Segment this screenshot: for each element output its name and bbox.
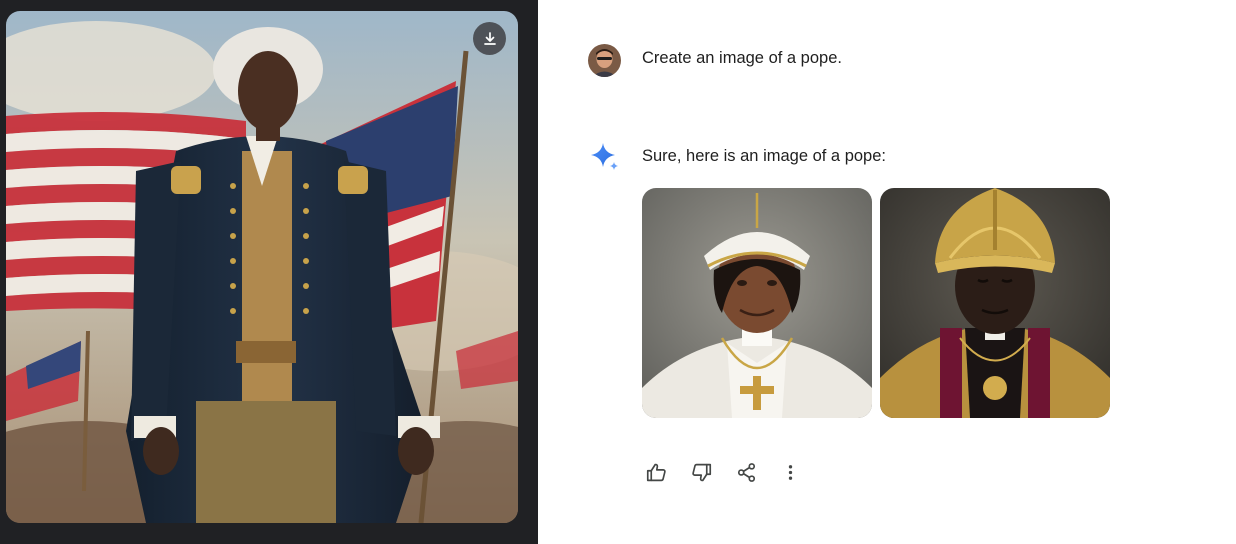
sparkle-icon [590,142,620,172]
more-options-button[interactable] [778,460,802,484]
thumbs-down-button[interactable] [689,460,713,484]
generated-pope-image-1[interactable] [642,188,872,418]
conversation: Create an image of a pope. Sure, here is… [538,0,1236,544]
download-icon [482,31,498,47]
generated-pope-image-2[interactable] [880,188,1110,418]
thumbs-up-button[interactable] [644,460,668,484]
share-button[interactable] [734,460,758,484]
model-response-text: Sure, here is an image of a pope: [642,147,886,165]
thumbs-up-icon [646,462,667,483]
more-vert-icon [780,462,801,483]
image-viewer-panel [0,0,538,544]
download-button[interactable] [473,22,506,55]
share-icon [736,462,757,483]
thumbs-down-icon [691,462,712,483]
user-avatar [588,44,621,77]
user-prompt: Create an image of a pope. [642,49,842,67]
expanded-image[interactable] [6,11,518,523]
